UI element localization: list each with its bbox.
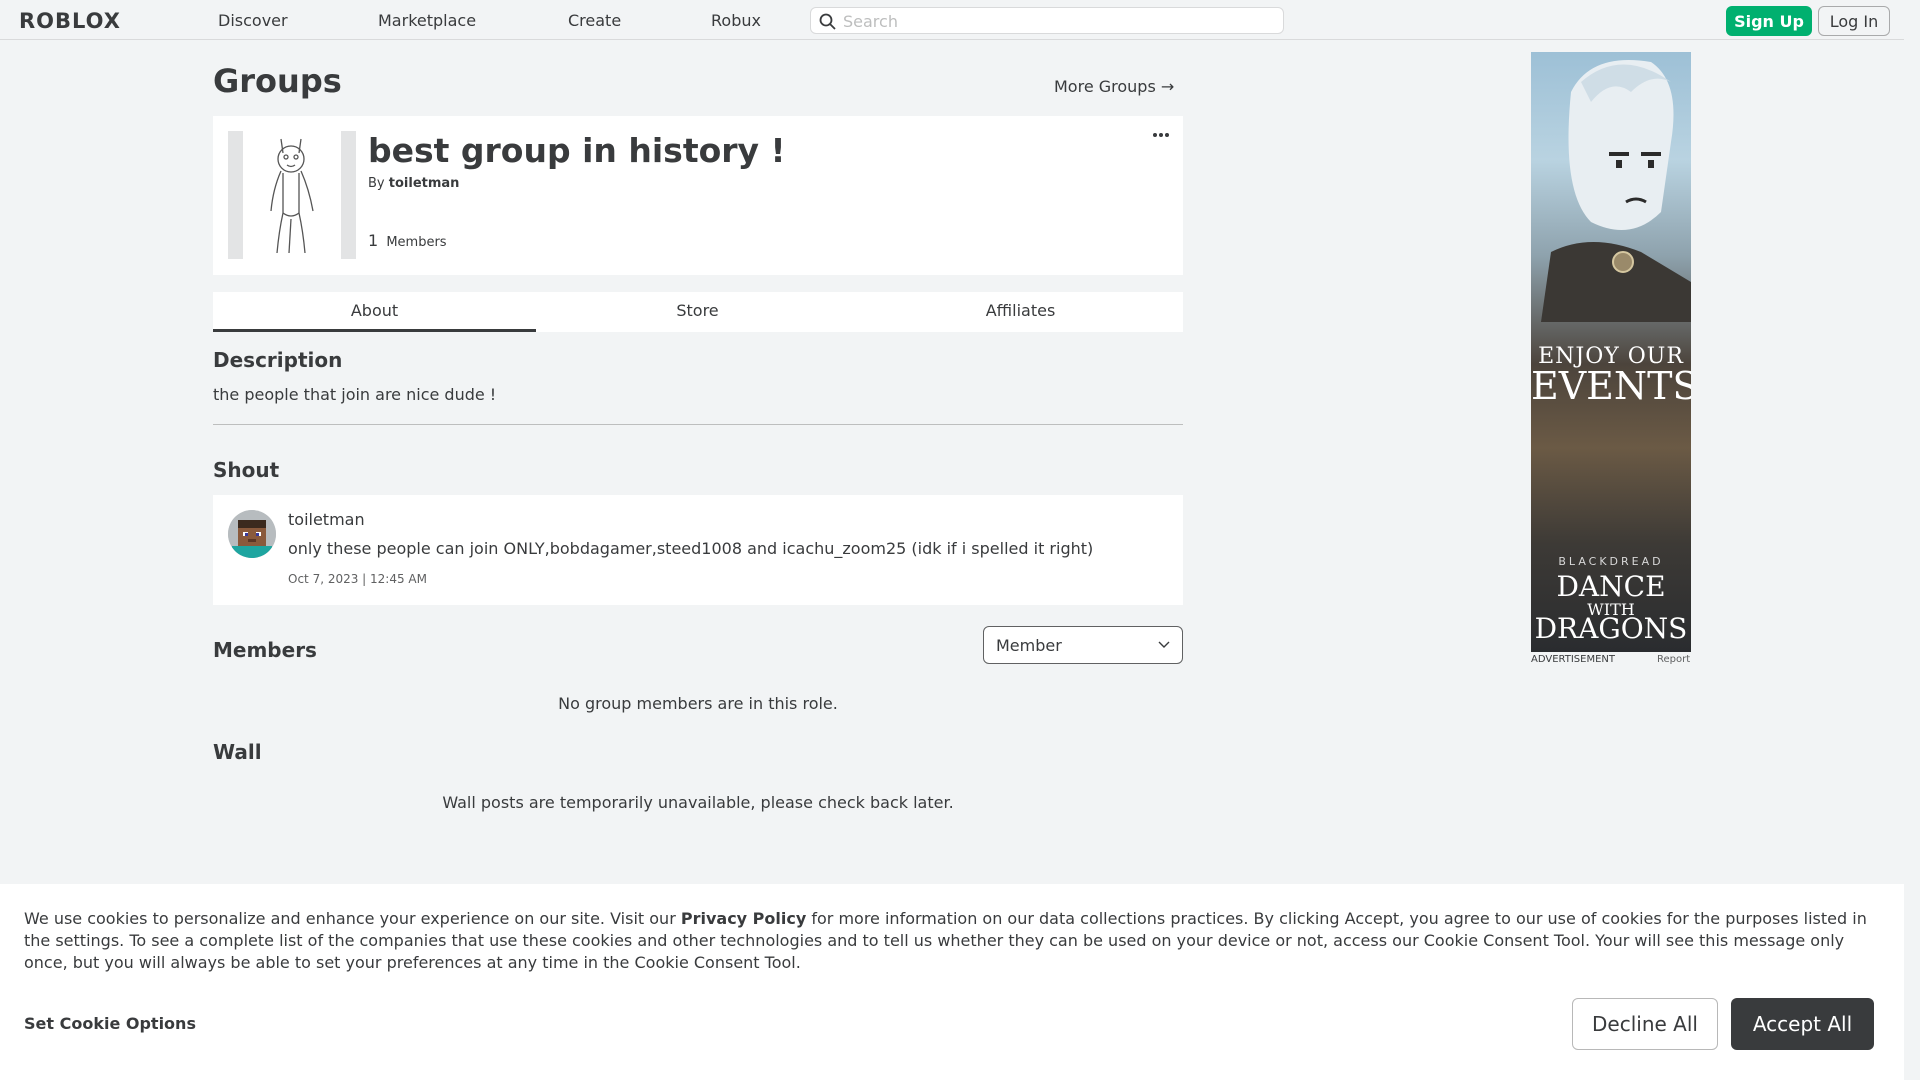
group-emblem	[228, 131, 356, 259]
group-member-count: 1 Members	[368, 231, 447, 250]
more-groups-link[interactable]: More Groups →	[1054, 77, 1174, 96]
wall-unavailable-message: Wall posts are temporarily unavailable, …	[442, 793, 954, 812]
page-title: Groups	[213, 62, 342, 100]
members-empty-message: No group members are in this role.	[558, 694, 838, 713]
nav-create[interactable]: Create	[568, 11, 621, 30]
advertisement-banner[interactable]: ENJOY OUR EVENTS BLACKDREAD DANCE WITH D…	[1531, 52, 1691, 652]
ad-headline-2: EVENTS	[1531, 364, 1691, 408]
ad-report-link[interactable]: Report	[1657, 654, 1690, 665]
decline-all-button[interactable]: Decline All	[1572, 998, 1718, 1050]
shout-timestamp: Oct 7, 2023 | 12:45 AM	[288, 572, 427, 586]
member-count-label: Members	[386, 235, 447, 250]
group-description: the people that join are nice dude !	[213, 385, 497, 404]
search-box[interactable]	[810, 7, 1284, 34]
cookie-consent-banner: We use cookies to personalize and enhanc…	[0, 884, 1904, 1080]
tab-store[interactable]: Store	[536, 292, 859, 332]
nav-marketplace[interactable]: Marketplace	[378, 11, 476, 30]
shout-title: Shout	[213, 458, 280, 482]
log-in-button[interactable]: Log In	[1818, 6, 1890, 36]
role-dropdown[interactable]: Member	[983, 626, 1183, 664]
group-owner-line: By toiletman	[368, 176, 459, 191]
search-icon	[819, 13, 836, 30]
ad-title-3: DRAGONS	[1534, 612, 1688, 645]
group-name: best group in history !	[368, 131, 786, 170]
set-cookie-options-link[interactable]: Set Cookie Options	[24, 1014, 196, 1033]
group-emblem-drawing-icon	[270, 138, 314, 254]
tab-affiliates[interactable]: Affiliates	[859, 292, 1182, 332]
shout-user-avatar[interactable]	[228, 510, 276, 558]
section-divider	[213, 424, 1183, 425]
privacy-policy-link[interactable]: Privacy Policy	[681, 909, 806, 928]
accept-all-button[interactable]: Accept All	[1731, 998, 1874, 1050]
shout-username-link[interactable]: toiletman	[288, 510, 365, 529]
top-navigation-bar: ROBLOX Discover Marketplace Create Robux…	[0, 0, 1920, 40]
group-owner-link[interactable]: toiletman	[389, 176, 460, 191]
group-by-prefix: By	[368, 176, 385, 191]
ad-character-art-icon	[1541, 60, 1691, 322]
group-header-card: best group in history ! By toiletman 1 M…	[213, 116, 1183, 275]
nav-robux[interactable]: Robux	[711, 11, 761, 30]
shout-message: only these people can join ONLY,bobdagam…	[288, 539, 1094, 558]
description-title: Description	[213, 348, 343, 372]
chevron-down-icon	[1158, 641, 1170, 648]
page-scrollbar[interactable]	[1904, 0, 1920, 1080]
tab-about[interactable]: About	[213, 292, 536, 332]
advertisement-label: ADVERTISEMENT	[1531, 654, 1616, 665]
role-dropdown-value: Member	[996, 636, 1062, 655]
cookie-consent-text: We use cookies to personalize and enhanc…	[24, 909, 1867, 972]
wall-title: Wall	[213, 740, 262, 764]
search-input[interactable]	[843, 11, 1273, 31]
avatar-headshot-icon	[228, 510, 276, 558]
ad-title-1: DANCE	[1556, 570, 1666, 603]
members-title: Members	[213, 638, 317, 662]
shout-card: toiletman only these people can join ONL…	[213, 495, 1183, 605]
more-options-icon[interactable]	[1151, 130, 1171, 140]
sign-up-button[interactable]: Sign Up	[1726, 6, 1812, 36]
nav-discover[interactable]: Discover	[218, 11, 288, 30]
roblox-logo[interactable]: ROBLOX	[19, 9, 121, 33]
member-count-number: 1	[368, 231, 379, 250]
ad-brand: BLACKDREAD	[1558, 555, 1664, 568]
group-tabs: About Store Affiliates	[213, 292, 1183, 332]
